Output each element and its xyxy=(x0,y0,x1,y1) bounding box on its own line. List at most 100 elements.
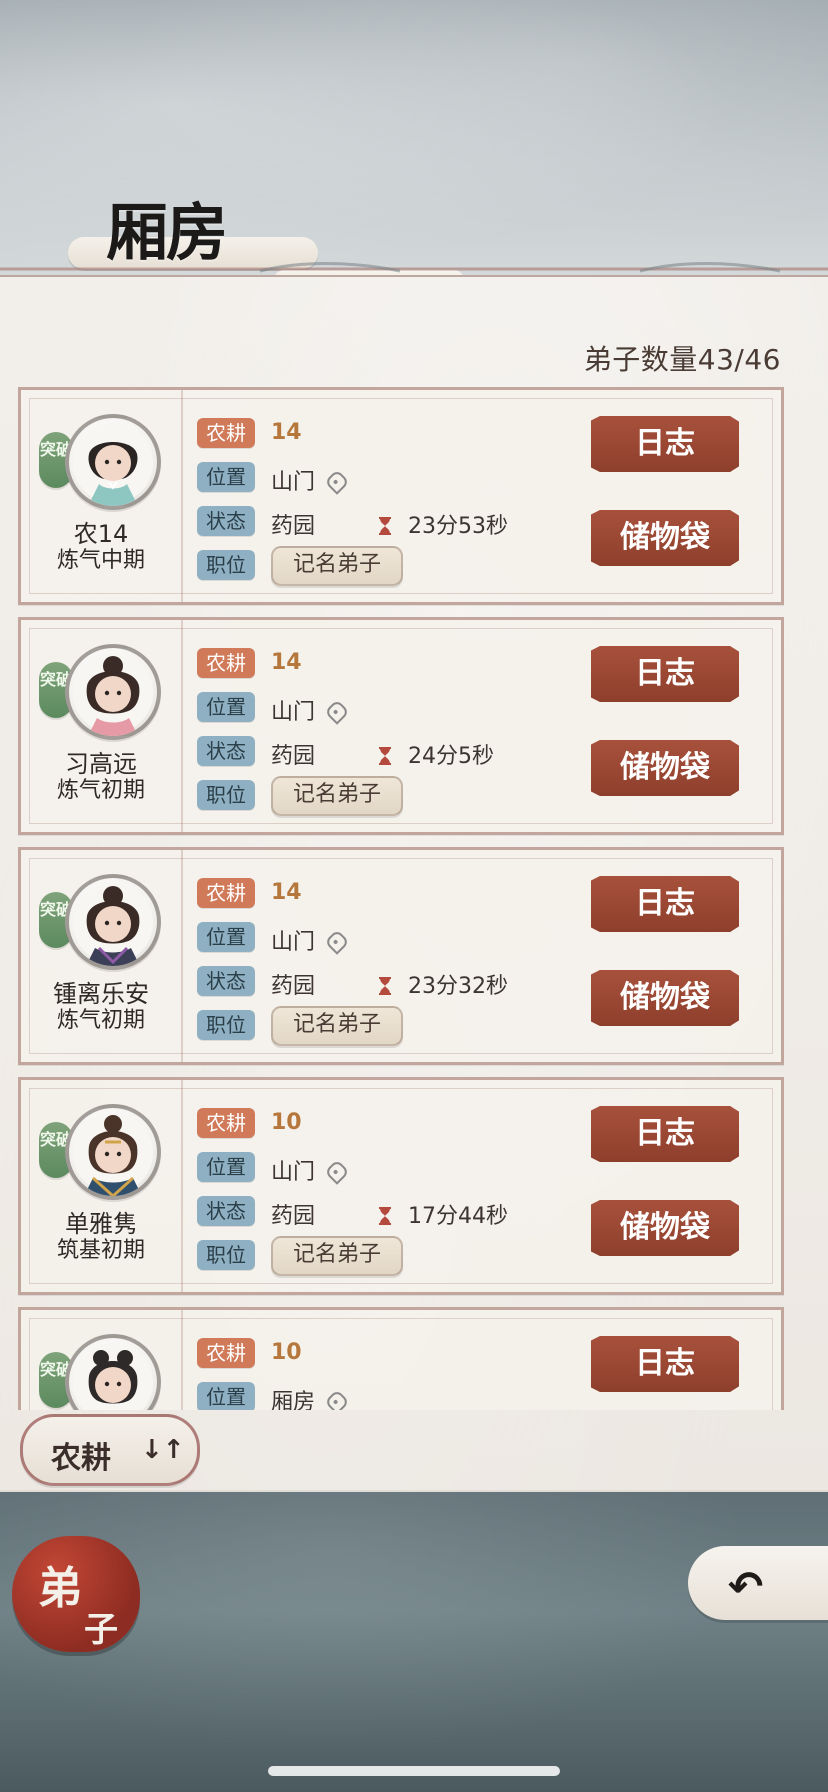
status-value: 药园 xyxy=(271,974,316,999)
disciple-attributes: 农耕 10 位置 山门 状态 药园 17分44秒 职位 记名弟子 xyxy=(197,1100,617,1276)
sort-toggle[interactable]: 农耕 ↓↑ xyxy=(20,1414,200,1486)
skill-value: 14 xyxy=(271,420,302,445)
disciple-card[interactable]: 突破 农14 炼气中期 农耕 14 位置 山门 状态 药园 23分53秒 职位 … xyxy=(18,387,784,605)
log-button[interactable]: 日志 xyxy=(591,1336,739,1392)
skill-value: 14 xyxy=(271,650,302,675)
skill-row: 农耕 10 xyxy=(197,1100,617,1144)
location-label: 位置 xyxy=(197,922,255,952)
bottom-background xyxy=(0,1492,828,1792)
top-decor xyxy=(0,262,828,273)
log-button[interactable]: 日志 xyxy=(591,1106,739,1162)
log-button[interactable]: 日志 xyxy=(591,876,739,932)
location-row: 位置 山门 xyxy=(197,454,617,498)
location-row: 位置 山门 xyxy=(197,1144,617,1188)
rank-pill[interactable]: 记名弟子 xyxy=(271,1006,404,1046)
rank-pill[interactable]: 记名弟子 xyxy=(271,546,404,586)
location-row: 位置 厢房 xyxy=(197,1374,617,1410)
skill-tag: 农耕 xyxy=(197,648,255,678)
avatar xyxy=(65,1334,161,1410)
hourglass-icon xyxy=(379,1207,391,1225)
location-value: 山门 xyxy=(271,464,350,496)
avatar-portrait-icon xyxy=(73,883,153,966)
status-label: 状态 xyxy=(197,966,255,996)
skill-row: 农耕 14 xyxy=(197,410,617,454)
rank-pill[interactable]: 记名弟子 xyxy=(271,1236,404,1276)
rank-label: 职位 xyxy=(197,780,255,810)
location-pin-icon xyxy=(324,699,350,725)
status-row: 状态 药园 17分44秒 xyxy=(197,1188,617,1232)
skill-value: 10 xyxy=(271,1110,302,1135)
disciple-attributes: 农耕 14 位置 山门 状态 药园 23分 xyxy=(197,870,617,1046)
rank-pill[interactable]: 记名弟子 xyxy=(271,776,404,816)
sort-arrows-icon: ↓↑ xyxy=(141,1435,185,1465)
rank-label: 职位 xyxy=(197,1010,255,1040)
log-button[interactable]: 日志 xyxy=(591,646,739,702)
log-button[interactable]: 日志 xyxy=(591,416,739,472)
location-text: 山门 xyxy=(271,1160,316,1185)
hourglass-icon xyxy=(379,747,391,765)
skill-tag: 农耕 xyxy=(197,1338,255,1368)
location-label: 位置 xyxy=(197,1152,255,1182)
skill-tag: 农耕 xyxy=(197,418,255,448)
timer-text: 24分5秒 xyxy=(408,744,494,769)
location-pin-icon xyxy=(324,469,350,495)
skill-value: 10 xyxy=(271,1340,302,1365)
status-timer: 23分32秒 xyxy=(377,968,508,1000)
avatar xyxy=(65,414,161,510)
disciple-profile: 突破 习高远 炼气初期 xyxy=(21,620,183,832)
back-button[interactable]: ↶ xyxy=(688,1546,828,1620)
disciple-profile: 突破 农14 炼气中期 xyxy=(21,390,183,602)
status-timer: 24分5秒 xyxy=(377,738,494,770)
status-row: 状态 药园 23分32秒 xyxy=(197,958,617,1002)
disciple-attributes: 农耕 14 位置 山门 状态 药园 24分5秒 职位 记名弟子 xyxy=(197,640,617,816)
storage-bag-button[interactable]: 储物袋 xyxy=(591,1200,739,1256)
location-text: 山门 xyxy=(271,470,316,495)
rank-label: 职位 xyxy=(197,1240,255,1270)
storage-bag-button[interactable]: 储物袋 xyxy=(591,740,739,796)
disciple-card[interactable]: 突破 习高远 炼气初期 农耕 14 位置 山门 状态 药园 24分5秒 职位 记… xyxy=(18,617,784,835)
disciple-realm: 炼气初期 xyxy=(56,1008,145,1033)
tab-disciples-sub: 子 xyxy=(84,1610,118,1650)
sort-label: 农耕 xyxy=(51,1441,111,1476)
avatar-portrait-icon xyxy=(73,1113,153,1196)
rank-label: 职位 xyxy=(197,550,255,580)
disciple-profile: 突破 xyxy=(21,1310,183,1410)
location-text: 山门 xyxy=(271,700,316,725)
disciple-card[interactable]: 突破 单雅隽 筑基初期 农耕 10 位置 山门 状态 药园 17分44秒 职位 … xyxy=(18,1077,784,1295)
rank-row: 职位 记名弟子 xyxy=(197,1002,617,1046)
avatar xyxy=(65,1104,161,1200)
disciple-attributes: 农耕 14 位置 山门 状态 药园 23分 xyxy=(197,410,617,586)
hourglass-icon xyxy=(379,517,391,535)
cards-scroll-area[interactable]: 突破 农14 炼气中期 农耕 14 位置 山门 状态 药园 23分53秒 职位 … xyxy=(0,275,828,1410)
location-value: 山门 xyxy=(271,1154,350,1186)
tab-disciples[interactable]: 弟 子 xyxy=(12,1536,140,1652)
hourglass-icon xyxy=(379,977,391,995)
location-label: 位置 xyxy=(197,692,255,722)
rank-row: 职位 记名弟子 xyxy=(197,772,617,816)
disciple-realm: 炼气中期 xyxy=(56,548,145,573)
timer-text: 23分32秒 xyxy=(408,974,508,999)
avatar xyxy=(65,874,161,970)
timer-text: 17分44秒 xyxy=(408,1204,508,1229)
skill-row: 农耕 14 xyxy=(197,870,617,914)
storage-bag-button[interactable]: 储物袋 xyxy=(591,510,739,566)
status-label: 状态 xyxy=(197,506,255,536)
location-row: 位置 山门 xyxy=(197,914,617,958)
location-value: 山门 xyxy=(271,924,350,956)
timer-text: 23分53秒 xyxy=(408,514,508,539)
status-value: 药园 xyxy=(271,1204,316,1229)
location-pin-icon xyxy=(324,1389,350,1410)
status-label: 状态 xyxy=(197,736,255,766)
avatar xyxy=(65,644,161,740)
skill-tag: 农耕 xyxy=(197,1108,255,1138)
tab-disciples-main: 弟 xyxy=(38,1563,82,1614)
location-text: 厢房 xyxy=(271,1390,316,1410)
storage-bag-button[interactable]: 储物袋 xyxy=(591,970,739,1026)
disciple-profile: 突破 锺离乐安 炼气初期 xyxy=(21,850,183,1062)
status-timer: 23分53秒 xyxy=(377,508,508,540)
avatar-portrait-icon xyxy=(73,423,153,506)
disciple-card[interactable]: 突破 农耕 10 位置 厢房 日志 xyxy=(18,1307,784,1410)
status-row: 状态 药园 23分53秒 xyxy=(197,498,617,542)
home-indicator xyxy=(268,1766,560,1776)
disciple-card[interactable]: 突破 锺离乐安 炼气初期 农耕 14 位置 山门 状态 药园 23分32秒 职位… xyxy=(18,847,784,1065)
